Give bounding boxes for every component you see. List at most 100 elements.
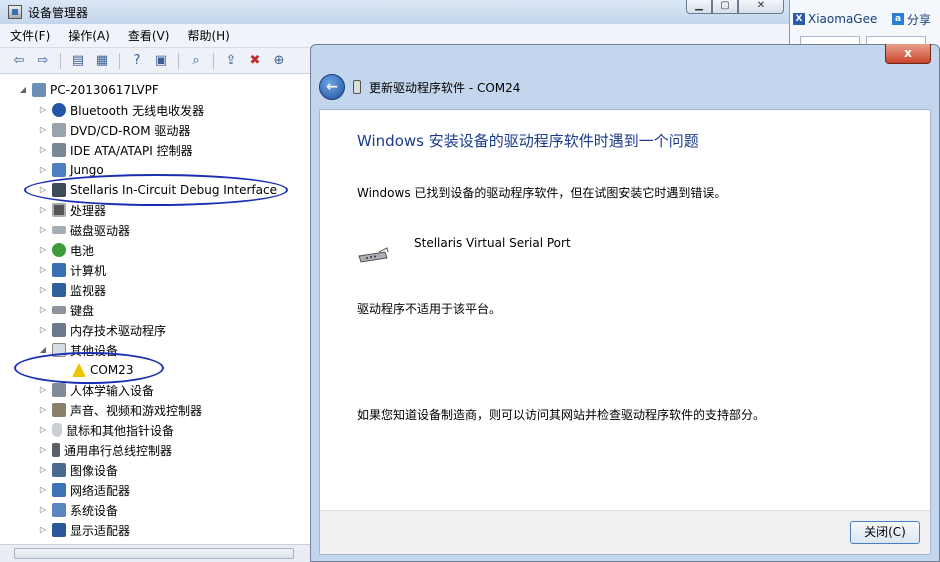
tree-item-label: 通用串行总线控制器 bbox=[64, 443, 173, 458]
found-text: Windows 已找到设备的驱动程序软件，但在试图安装它时遇到错误。 bbox=[357, 186, 727, 200]
expand-arrow-icon[interactable]: ▷ bbox=[38, 465, 48, 475]
device-name: Stellaris Virtual Serial Port bbox=[414, 236, 571, 250]
browser-logo-icon: X bbox=[793, 13, 805, 25]
tree-item-label: IDE ATA/ATAPI 控制器 bbox=[70, 143, 193, 158]
tree-item-jungo[interactable]: ▷ Jungo bbox=[38, 160, 104, 180]
tree-item-stellaris[interactable]: ▷ Stellaris In-Circuit Debug Interface bbox=[38, 180, 277, 200]
expand-arrow-icon[interactable]: ▷ bbox=[38, 305, 48, 315]
tree-item-hid[interactable]: ▷ 人体学输入设备 bbox=[38, 380, 154, 400]
expand-arrow-icon[interactable]: ▷ bbox=[38, 445, 48, 455]
menu-file[interactable]: 文件(F) bbox=[10, 27, 50, 44]
tree-item-label: 内存技术驱动程序 bbox=[70, 323, 167, 338]
network-icon bbox=[52, 483, 66, 497]
tree-item-display[interactable]: ▷ 显示适配器 bbox=[38, 520, 130, 540]
expand-arrow-icon[interactable]: ▷ bbox=[38, 125, 48, 135]
tree-item-computer[interactable]: ▷ 计算机 bbox=[38, 260, 106, 280]
expand-arrow-icon[interactable]: ▷ bbox=[38, 425, 48, 435]
tree-item-label: 处理器 bbox=[70, 203, 107, 218]
sound-icon bbox=[52, 403, 66, 417]
tree-item-imaging[interactable]: ▷ 图像设备 bbox=[38, 460, 118, 480]
expand-arrow-icon[interactable]: ▷ bbox=[38, 205, 48, 215]
tree-item-label: DVD/CD-ROM 驱动器 bbox=[70, 123, 191, 138]
keyboard-icon bbox=[52, 306, 66, 314]
hid-icon bbox=[52, 383, 66, 397]
expand-arrow-icon[interactable]: ▷ bbox=[38, 145, 48, 155]
tree-item-usb[interactable]: ▷ 通用串行总线控制器 bbox=[38, 440, 172, 460]
dialog-footer: 关闭(C) bbox=[320, 510, 930, 554]
tree-item-com23[interactable]: COM23 bbox=[72, 360, 133, 380]
tree-item-processor[interactable]: ▷ 处理器 bbox=[38, 200, 106, 220]
menu-action[interactable]: 操作(A) bbox=[68, 27, 110, 44]
dialog-title: 更新驱动程序软件 - COM24 bbox=[369, 80, 521, 95]
expand-arrow-icon[interactable]: ▷ bbox=[38, 185, 48, 195]
expand-arrow-icon[interactable]: ▷ bbox=[38, 265, 48, 275]
menu-view[interactable]: 查看(V) bbox=[128, 27, 170, 44]
properties-icon[interactable]: ▦ bbox=[93, 52, 111, 70]
other-devices-icon bbox=[52, 343, 66, 357]
back-arrow-icon[interactable]: ⇦ bbox=[10, 52, 28, 70]
jungo-icon bbox=[52, 163, 66, 177]
show-hide-tree-icon[interactable]: ▤ bbox=[69, 52, 87, 70]
expand-arrow-icon[interactable]: ▷ bbox=[38, 325, 48, 335]
update-driver-dialog: x ← 更新驱动程序软件 - COM24 Windows 安装设备的驱动程序软件… bbox=[310, 44, 940, 562]
xiaomagee-link[interactable]: X XiaomaGee bbox=[793, 10, 877, 28]
tree-item-system[interactable]: ▷ 系统设备 bbox=[38, 500, 118, 520]
tree-item-bluetooth[interactable]: ▷ Bluetooth 无线电收发器 bbox=[38, 100, 204, 120]
mouse-icon bbox=[52, 423, 62, 437]
tree-item-other-devices[interactable]: ◢ 其他设备 bbox=[38, 340, 118, 360]
collapse-arrow-icon[interactable]: ◢ bbox=[18, 85, 28, 95]
share-link[interactable]: a 分享 bbox=[892, 10, 931, 28]
uninstall-icon[interactable]: ✖ bbox=[246, 52, 264, 70]
maximize-button[interactable]: ▢ bbox=[712, 0, 738, 14]
computer-icon bbox=[52, 263, 66, 277]
scrollbar-thumb[interactable] bbox=[14, 548, 294, 559]
horizontal-scrollbar[interactable] bbox=[0, 544, 312, 562]
back-arrow-icon[interactable]: ← bbox=[319, 74, 345, 100]
tree-item-label: 系统设备 bbox=[70, 503, 119, 518]
expand-arrow-icon[interactable]: ▷ bbox=[38, 245, 48, 255]
view-icon[interactable]: ▣ bbox=[152, 52, 170, 70]
computer-icon bbox=[32, 83, 46, 97]
close-button[interactable]: 关闭(C) bbox=[850, 521, 920, 544]
tree-item-disk[interactable]: ▷ 磁盘驱动器 bbox=[38, 220, 130, 240]
close-window-button[interactable]: ✕ bbox=[738, 0, 784, 14]
tree-item-mouse[interactable]: ▷ 鼠标和其他指针设备 bbox=[38, 420, 174, 440]
tree-item-battery[interactable]: ▷ 电池 bbox=[38, 240, 94, 260]
enable-device-icon[interactable]: ⊕ bbox=[270, 52, 288, 70]
menu-help[interactable]: 帮助(H) bbox=[187, 27, 229, 44]
tree-item-memory[interactable]: ▷ 内存技术驱动程序 bbox=[38, 320, 166, 340]
tree-root[interactable]: ◢ PC-20130617LVPF bbox=[18, 80, 159, 100]
expand-arrow-icon[interactable]: ▷ bbox=[38, 105, 48, 115]
tree-item-label: 其他设备 bbox=[70, 343, 119, 358]
update-driver-icon[interactable]: ⇪ bbox=[222, 52, 240, 70]
expand-arrow-icon[interactable]: ▷ bbox=[38, 165, 48, 175]
expand-arrow-icon[interactable]: ▷ bbox=[38, 485, 48, 495]
disk-drive-icon bbox=[52, 226, 66, 234]
expand-arrow-icon[interactable]: ▷ bbox=[38, 385, 48, 395]
expand-arrow-icon[interactable]: ▷ bbox=[38, 525, 48, 535]
minimize-button[interactable]: ▁ bbox=[686, 0, 712, 14]
xiaomagee-label: XiaomaGee bbox=[808, 12, 878, 26]
tree-item-keyboard[interactable]: ▷ 键盘 bbox=[38, 300, 94, 320]
tree-item-label: 电池 bbox=[70, 243, 95, 258]
help-icon[interactable]: ? bbox=[128, 52, 146, 70]
tree-item-ide[interactable]: ▷ IDE ATA/ATAPI 控制器 bbox=[38, 140, 193, 160]
device-manager-icon bbox=[8, 5, 22, 19]
share-label: 分享 bbox=[907, 12, 932, 27]
expand-arrow-icon[interactable]: ▷ bbox=[38, 225, 48, 235]
tree-item-dvd[interactable]: ▷ DVD/CD-ROM 驱动器 bbox=[38, 120, 190, 140]
battery-icon bbox=[52, 243, 66, 257]
device-icon bbox=[353, 80, 361, 94]
dialog-close-button[interactable]: x bbox=[885, 44, 931, 64]
expand-arrow-icon[interactable]: ▷ bbox=[38, 505, 48, 515]
tree-item-sound[interactable]: ▷ 声音、视频和游戏控制器 bbox=[38, 400, 202, 420]
expand-arrow-icon[interactable]: ▷ bbox=[38, 285, 48, 295]
ide-controller-icon bbox=[52, 143, 66, 157]
tree-item-monitor[interactable]: ▷ 监视器 bbox=[38, 280, 106, 300]
scan-hardware-icon[interactable]: ⌕ bbox=[187, 52, 205, 70]
tree-item-network[interactable]: ▷ 网络适配器 bbox=[38, 480, 130, 500]
forward-arrow-icon[interactable]: ⇨ bbox=[34, 52, 52, 70]
collapse-arrow-icon[interactable]: ◢ bbox=[38, 345, 48, 355]
expand-arrow-icon[interactable]: ▷ bbox=[38, 405, 48, 415]
dialog-body: Windows 安装设备的驱动程序软件时遇到一个问题 Windows 已找到设备… bbox=[319, 109, 931, 555]
